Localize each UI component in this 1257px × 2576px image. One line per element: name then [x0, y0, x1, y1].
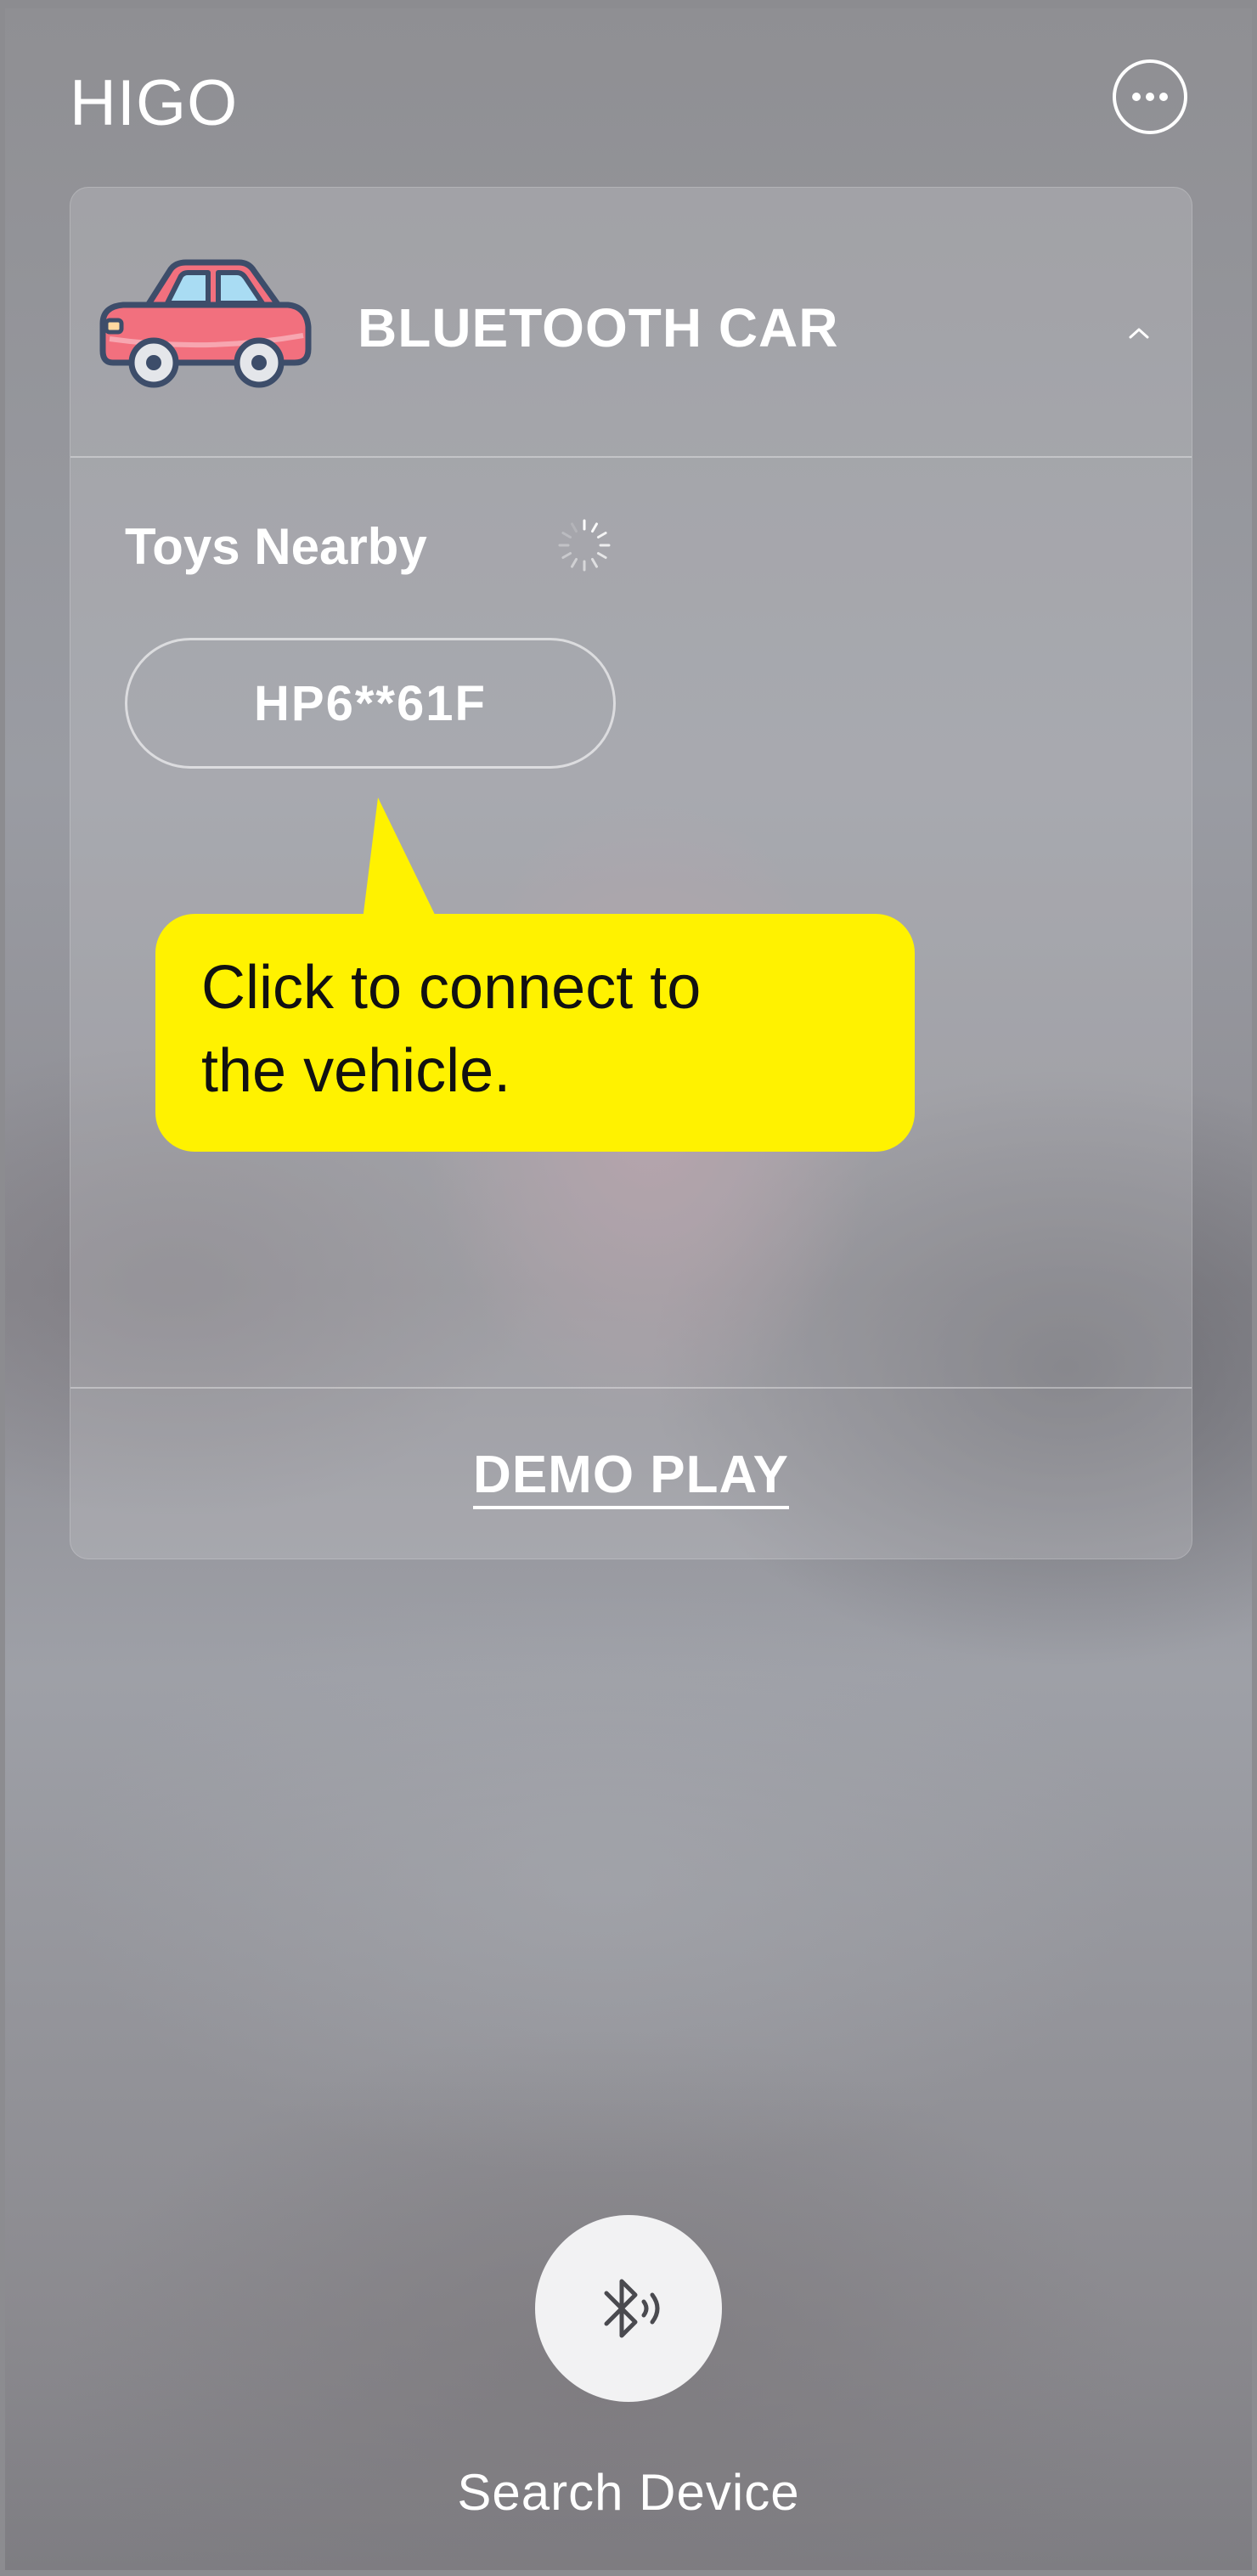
demo-play-link[interactable]: DEMO PLAY [473, 1446, 789, 1509]
search-device-button[interactable] [535, 2215, 722, 2402]
search-device-label: Search Device [457, 2464, 800, 2521]
device-card: BLUETOOTH CAR Toys Nearby HP6**61F Click… [70, 187, 1192, 1559]
tooltip-text-line1: Click to connect to [201, 954, 702, 1022]
tooltip-text-line2: the vehicle. [201, 1037, 511, 1105]
app-screen: HIGO BLUETOOTH CAR Toys Nearby HP6**61F … [5, 8, 1252, 2570]
more-options-button[interactable] [1113, 59, 1187, 134]
bluetooth-search-icon [604, 2279, 660, 2338]
tooltip-pointer [363, 798, 437, 920]
card-divider-bottom [70, 1387, 1192, 1389]
app-title: HIGO [70, 67, 239, 139]
connect-tooltip: Click to connect to the vehicle. [155, 914, 915, 1152]
demo-play-link-row: DEMO PLAY [70, 1445, 1192, 1509]
more-horizontal-icon [1132, 93, 1168, 101]
chevron-up-icon[interactable] [1124, 322, 1154, 342]
